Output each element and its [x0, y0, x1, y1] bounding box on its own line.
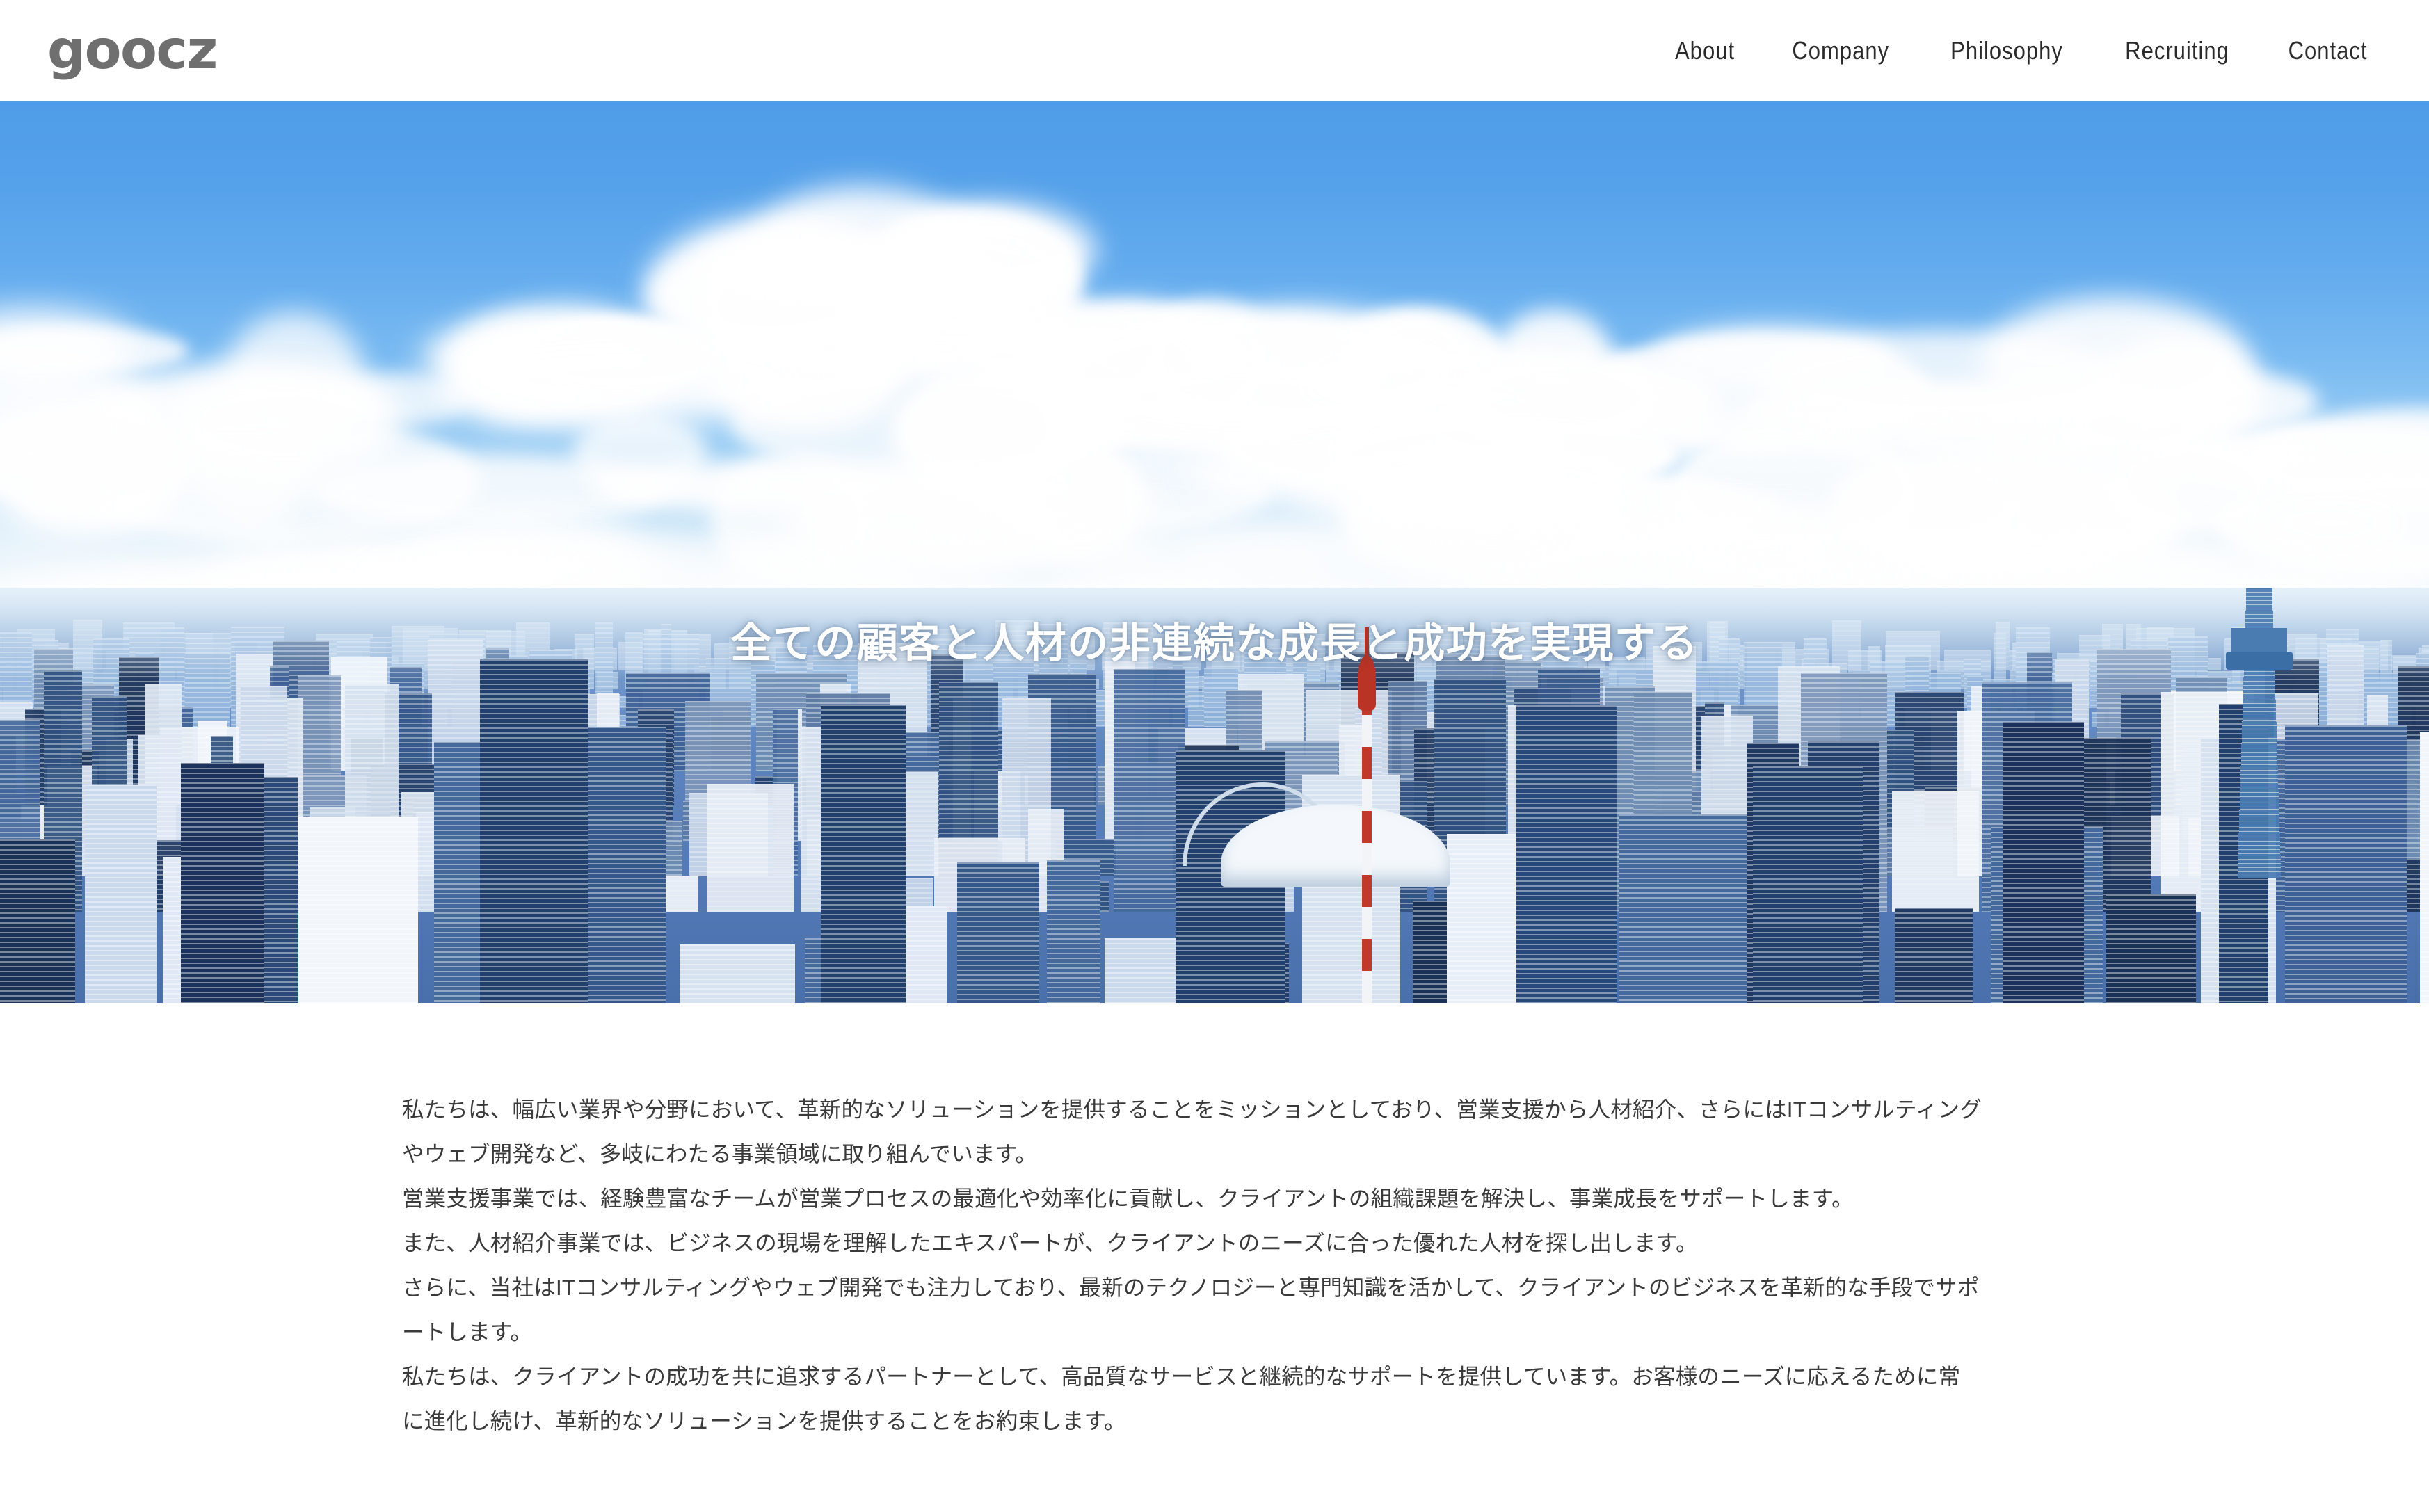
nav-item-recruiting[interactable]: Recruiting: [2106, 36, 2249, 65]
about-line: やウェブ開発など、多岐にわたる事業領域に取り組んでいます。: [402, 1141, 1038, 1166]
about-line: さらに、当社はITコンサルティングやウェブ開発でも注力しており、最新のテクノロジ…: [402, 1275, 1980, 1300]
nav-item-about[interactable]: About: [1656, 36, 1754, 65]
about-line: ートします。: [402, 1319, 533, 1344]
about-line: 私たちは、クライアントの成功を共に追求するパートナーとして、高品質なサービスと継…: [402, 1364, 1961, 1389]
hero-headline: 全ての顧客と人材の非連続な成長と成功を実現する: [730, 619, 1699, 668]
main-navigation: About Company Philosophy Recruiting Cont…: [1648, 36, 2380, 65]
nav-item-philosophy[interactable]: Philosophy: [1932, 36, 2083, 65]
about-line: また、人材紹介事業では、ビジネスの現場を理解したエキスパートが、クライアントのニ…: [402, 1230, 1698, 1255]
about-line: 私たちは、幅広い業界や分野において、革新的なソリューションを提供することをミッシ…: [402, 1097, 1982, 1122]
about-line: 営業支援事業では、経験豊富なチームが営業プロセスの最適化や効率化に貢献し、クライ…: [402, 1186, 1854, 1211]
nav-item-contact[interactable]: Contact: [2269, 36, 2372, 65]
hero-section: 全ての顧客と人材の非連続な成長と成功を実現する: [0, 101, 2429, 1003]
site-logo[interactable]: goocz: [47, 24, 218, 77]
about-text-block: 私たちは、幅広い業界や分野において、革新的なソリューションを提供することをミッシ…: [402, 1087, 1982, 1443]
about-line: に進化し続け、革新的なソリューションを提供することをお約束します。: [402, 1408, 1126, 1433]
about-section: 私たちは、幅広い業界や分野において、革新的なソリューションを提供することをミッシ…: [0, 1003, 2429, 1443]
nav-item-company[interactable]: Company: [1773, 36, 1909, 65]
site-header: goocz About Company Philosophy Recruitin…: [0, 0, 2429, 101]
